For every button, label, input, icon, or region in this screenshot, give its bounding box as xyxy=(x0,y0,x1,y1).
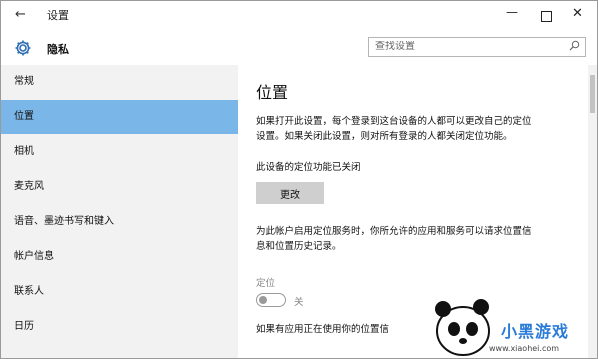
sidebar: 常规 位置 相机 麦克风 语音、墨迹书写和键入 帐户信息 联系人 日历 xyxy=(1,65,238,358)
sidebar-item-contacts[interactable]: 联系人 xyxy=(1,275,238,309)
device-location-status: 此设备的定位功能已关闭 xyxy=(256,162,361,173)
maximize-icon[interactable] xyxy=(541,11,552,22)
sidebar-item-location[interactable]: 位置 xyxy=(1,100,238,134)
change-button[interactable]: 更改 xyxy=(256,182,324,204)
sidebar-item-speech-inking-typing[interactable]: 语音、墨迹书写和键入 xyxy=(1,205,238,239)
page-title: 位置 xyxy=(256,83,289,102)
account-description-line-1: 为此帐户启用定位服务时，你所允许的应用和服务可以请求位置信 xyxy=(256,226,532,237)
search-box[interactable] xyxy=(368,37,586,57)
title-bar: ← 设置 — ✕ xyxy=(1,1,597,31)
back-arrow-icon[interactable]: ← xyxy=(15,7,26,23)
sidebar-item-general[interactable]: 常规 xyxy=(1,65,238,99)
description-line-2: 设置。如果关闭此设置，则对所有登录的人都关闭定位功能。 xyxy=(256,131,513,142)
location-toggle-label: 定位 xyxy=(256,278,276,289)
window-title: 设置 xyxy=(47,9,69,22)
close-icon[interactable]: ✕ xyxy=(572,7,583,21)
description-line-1: 如果打开此设置，每个登录到这台设备的人都可以更改自己的定位 xyxy=(256,116,532,127)
sidebar-item-calendar[interactable]: 日历 xyxy=(1,310,238,344)
search-input[interactable] xyxy=(375,41,555,52)
minimize-icon[interactable]: — xyxy=(506,5,518,19)
search-icon[interactable] xyxy=(569,40,580,51)
toggle-state-label: 关 xyxy=(294,297,304,308)
sidebar-item-account-info[interactable]: 帐户信息 xyxy=(1,240,238,274)
section-title: 隐私 xyxy=(47,43,69,56)
gear-icon xyxy=(15,40,31,56)
account-description-line-2: 息和位置历史记录。 xyxy=(256,241,342,252)
watermark-url: www.xiaohei.com xyxy=(489,344,560,353)
watermark-text: 小黑游戏 xyxy=(501,322,570,341)
scrollbar-thumb[interactable] xyxy=(590,75,595,113)
sidebar-item-camera[interactable]: 相机 xyxy=(1,135,238,169)
location-toggle[interactable] xyxy=(256,293,286,307)
settings-window: ← 设置 — ✕ 隐私 常规 位置 相机 麦克风 语音、墨迹书写和键入 帐户信息 xyxy=(0,0,598,359)
page-header: 隐私 xyxy=(1,31,597,63)
toggle-knob xyxy=(259,296,267,304)
sidebar-item-microphone[interactable]: 麦克风 xyxy=(1,170,238,204)
